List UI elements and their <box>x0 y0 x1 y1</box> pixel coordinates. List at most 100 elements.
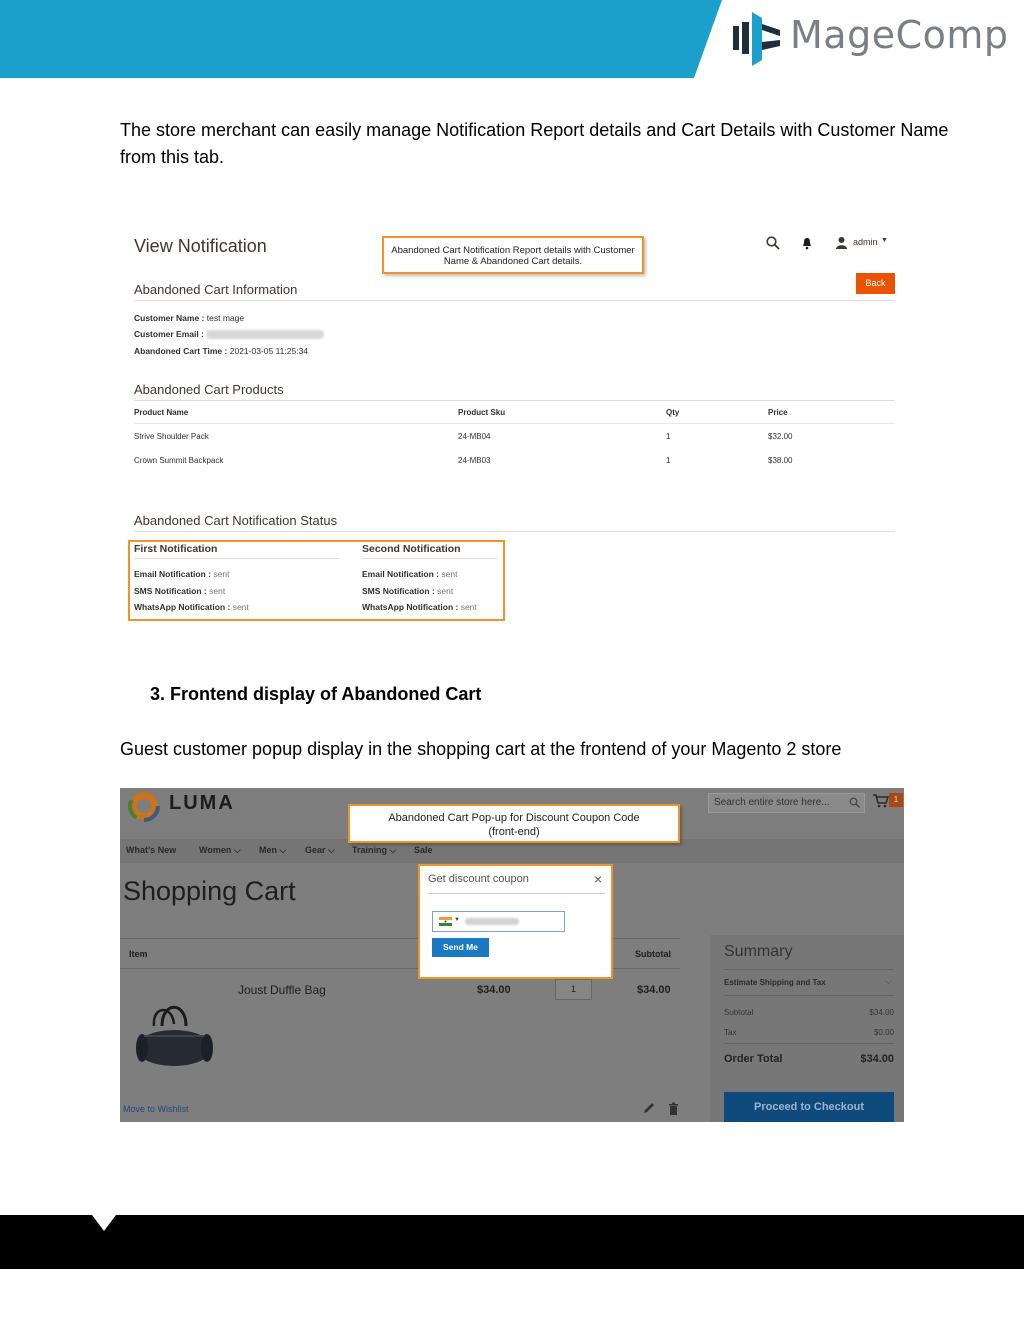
blurred-email <box>206 330 325 340</box>
nav-item-sale[interactable]: Sale <box>414 845 433 855</box>
india-flag-icon[interactable] <box>439 917 452 926</box>
product-price-cell: $38.00 <box>768 456 793 465</box>
divider <box>134 400 895 401</box>
search-icon[interactable] <box>849 797 860 808</box>
search-placeholder: Search entire store here... <box>714 797 830 808</box>
admin-user-label[interactable]: admin <box>853 237 878 247</box>
cart-icon[interactable] <box>873 794 889 808</box>
status-heading: Abandoned Cart Notification Status <box>134 513 338 528</box>
order-total-value: $34.00 <box>860 1053 894 1065</box>
chevron-down-icon[interactable]: ⌵ <box>885 976 892 987</box>
nav-item-women[interactable]: Women ⌵ <box>199 845 241 856</box>
second-email-status: Email Notification : sent <box>362 569 458 579</box>
chevron-down-icon[interactable]: ▼ <box>454 917 460 923</box>
products-heading: Abandoned Cart Products <box>134 382 284 397</box>
cart-count-badge: 1 <box>889 793 903 807</box>
back-button[interactable]: Back <box>856 273 895 294</box>
luma-logo-text: LUMA <box>169 792 235 814</box>
blurred-phone-number <box>465 918 519 925</box>
frontend-callout-line-1: Abandoned Cart Pop-up for Discount Coupo… <box>388 812 640 824</box>
user-icon[interactable] <box>835 236 848 249</box>
frontend-paragraph: Guest customer popup display in the shop… <box>120 739 842 759</box>
admin-notification-screenshot: View Notification Abandoned Cart Notific… <box>120 220 904 630</box>
product-sku-cell: 24-MB04 <box>458 432 491 441</box>
col-subtotal: Subtotal <box>635 949 671 959</box>
edit-icon[interactable] <box>643 1102 655 1114</box>
col-item: Item <box>129 949 148 959</box>
chevron-down-icon[interactable]: ▼ <box>881 237 888 244</box>
magecomp-logo-icon <box>733 12 780 66</box>
subtotal-value: $34.00 <box>869 1008 894 1017</box>
product-name-cell: Strive Shoulder Pack <box>134 432 209 441</box>
intro-line-1: The store merchant can easily manage Not… <box>120 120 949 140</box>
first-email-status: Email Notification : sent <box>134 569 230 579</box>
divider <box>134 531 895 532</box>
admin-callout: Abandoned Cart Notification Report detai… <box>382 236 644 274</box>
page-title: Shopping Cart <box>123 876 296 906</box>
nav-item-training[interactable]: Training ⌵ <box>352 845 396 856</box>
product-price-cell: $32.00 <box>768 432 793 441</box>
discount-coupon-popup: Get discount coupon × ▼ Send Me <box>418 864 613 979</box>
bell-icon[interactable] <box>801 237 813 250</box>
page-header: MageComp <box>0 0 1024 78</box>
nav-item-gear[interactable]: Gear ⌵ <box>305 845 335 856</box>
quantity-input[interactable]: 1 <box>555 979 592 1000</box>
cart-product-name[interactable]: Joust Duffle Bag <box>238 983 326 997</box>
second-sms-status: SMS Notification : sent <box>362 586 454 596</box>
tax-value: $0.00 <box>873 1028 894 1037</box>
divider <box>724 995 894 996</box>
summary-title: Summary <box>724 943 793 960</box>
move-to-wishlist-link[interactable]: Move to Wishlist <box>123 1104 189 1114</box>
divider <box>134 300 895 301</box>
cart-product-subtotal: $34.00 <box>637 984 671 996</box>
duffle-bag-image <box>136 1005 213 1066</box>
col-product-sku: Product Sku <box>458 408 506 417</box>
divider <box>724 969 894 970</box>
close-icon[interactable]: × <box>594 871 602 887</box>
store-search-input[interactable]: Search entire store here... <box>708 793 865 813</box>
first-sms-status: SMS Notification : sent <box>134 586 226 596</box>
order-summary: Summary Estimate Shipping and Tax ⌵ Subt… <box>710 935 904 1122</box>
search-icon[interactable] <box>766 236 780 250</box>
divider <box>134 423 895 424</box>
footer-notch <box>92 1215 116 1231</box>
popup-title: Get discount coupon <box>428 873 529 885</box>
cart-product-price: $34.00 <box>477 984 511 996</box>
subtotal-label: Subtotal <box>724 1008 754 1017</box>
customer-name: Customer Name : test mage <box>134 313 245 323</box>
admin-callout-line-1: Abandoned Cart Notification Report detai… <box>391 245 635 256</box>
estimate-shipping-toggle[interactable]: Estimate Shipping and Tax <box>724 978 826 987</box>
brand-name: MageComp <box>790 13 1009 57</box>
cart-time: Abandoned Cart Time : 2021-03-05 11:25:3… <box>134 346 309 356</box>
trash-icon[interactable] <box>668 1102 679 1115</box>
page-footer <box>0 1215 1024 1269</box>
first-whatsapp-status: WhatsApp Notification : sent <box>134 602 249 612</box>
proceed-to-checkout-button[interactable]: Proceed to Checkout <box>724 1092 894 1122</box>
second-notification-heading: Second Notification <box>362 543 461 555</box>
tax-label: Tax <box>724 1028 737 1037</box>
divider <box>134 558 340 559</box>
divider <box>428 893 605 894</box>
product-qty-cell: 1 <box>666 432 671 441</box>
intro-line-2: from this tab. <box>120 147 225 167</box>
frontend-callout-line-2: (front-end) <box>488 826 540 838</box>
order-total-label: Order Total <box>724 1053 783 1065</box>
col-product-name: Product Name <box>134 408 189 417</box>
info-heading: Abandoned Cart Information <box>134 282 298 297</box>
phone-number-input[interactable]: ▼ <box>432 911 565 932</box>
nav-item-men[interactable]: Men ⌵ <box>259 845 286 856</box>
luma-cart-screenshot: LUMA Search entire store here... 1 What'… <box>120 788 904 1122</box>
nav-item-whats-new[interactable]: What's New <box>126 845 176 855</box>
divider <box>362 558 497 559</box>
divider <box>724 1043 894 1044</box>
frontend-callout: Abandoned Cart Pop-up for Discount Coupo… <box>348 804 680 843</box>
col-price: Price <box>768 408 788 417</box>
product-qty-cell: 1 <box>666 456 671 465</box>
customer-email: Customer Email : <box>134 329 325 340</box>
luma-logo-icon <box>128 790 160 822</box>
product-name-cell: Crown Summit Backpack <box>134 456 224 465</box>
col-qty: Qty <box>666 408 680 417</box>
admin-callout-line-2: Name & Abandoned Cart details. <box>443 256 583 267</box>
section-heading: 3. Frontend display of Abandoned Cart <box>150 684 482 704</box>
send-me-button[interactable]: Send Me <box>432 938 489 957</box>
